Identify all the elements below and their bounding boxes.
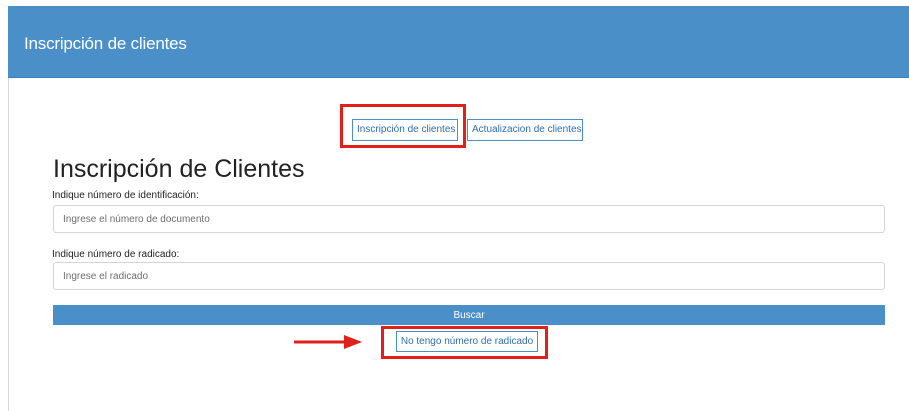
right-arrow-icon bbox=[294, 335, 362, 349]
document-number-input[interactable] bbox=[53, 205, 885, 233]
page-title: Inscripción de Clientes bbox=[53, 155, 305, 183]
radicado-input[interactable] bbox=[53, 262, 885, 290]
tab-actualizacion[interactable]: Actualizacion de clientes bbox=[467, 119, 583, 141]
header-title: Inscripción de clientes bbox=[24, 34, 187, 53]
tab-inscripcion[interactable]: Inscripción de clientes bbox=[352, 119, 458, 141]
app-header: Inscripción de clientes bbox=[8, 6, 909, 78]
search-button[interactable]: Buscar bbox=[53, 305, 885, 325]
left-divider bbox=[8, 78, 9, 411]
no-radicado-button[interactable]: No tengo número de radicado bbox=[396, 331, 538, 352]
page: Inscripción de clientes Inscripción de c… bbox=[0, 0, 909, 411]
id-label: Indique número de identificación: bbox=[52, 190, 199, 201]
radicado-label: Indique número de radicado: bbox=[52, 249, 180, 260]
